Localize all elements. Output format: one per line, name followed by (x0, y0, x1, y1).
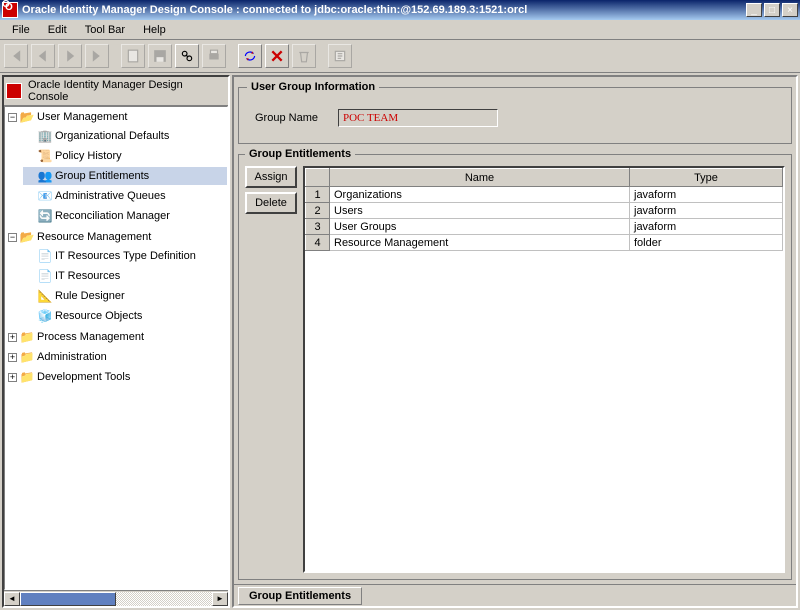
col-name[interactable]: Name (330, 169, 630, 187)
horizontal-scrollbar[interactable]: ◄ ► (4, 590, 228, 606)
row-num: 3 (306, 219, 330, 235)
maximize-button[interactable]: □ (764, 3, 780, 17)
cell-type[interactable]: folder (630, 235, 783, 251)
row-num: 4 (306, 235, 330, 251)
titlebar: Oracle Identity Manager Design Console :… (0, 0, 800, 20)
tree-it-resources[interactable]: 📄IT Resources (23, 267, 227, 285)
cell-type[interactable]: javaform (630, 203, 783, 219)
folder-icon: 📁 (19, 329, 35, 345)
delete-button[interactable] (265, 44, 289, 68)
sidebar: Oracle Identity Manager Design Console −… (2, 75, 230, 608)
table-row[interactable]: 1Organizationsjavaform (306, 187, 783, 203)
user-group-info-panel: User Group Information Group Name (238, 81, 792, 144)
window-title: Oracle Identity Manager Design Console :… (22, 4, 746, 16)
app-icon (6, 83, 22, 99)
cell-type[interactable]: javaform (630, 187, 783, 203)
tree-group-entitlements[interactable]: 👥Group Entitlements (23, 167, 227, 185)
expand-icon[interactable]: + (8, 373, 17, 382)
tree-rule-designer[interactable]: 📐Rule Designer (23, 287, 227, 305)
tree-admin-queues[interactable]: 📧Administrative Queues (23, 187, 227, 205)
scroll-thumb[interactable] (20, 592, 116, 606)
folder-icon: 📂 (19, 109, 35, 125)
refresh-button[interactable] (238, 44, 262, 68)
menu-toolbar[interactable]: Tool Bar (77, 22, 133, 38)
entitlements-table-wrap: Name Type 1Organizationsjavaform2Usersja… (303, 166, 785, 573)
cell-name[interactable]: Resource Management (330, 235, 630, 251)
tree-resource-objects[interactable]: 🧊Resource Objects (23, 307, 227, 325)
delete-row-button[interactable]: Delete (245, 192, 297, 214)
nav-prev-button[interactable] (31, 44, 55, 68)
group-name-field[interactable] (338, 109, 498, 127)
folder-icon: 📁 (19, 349, 35, 365)
tree-administration[interactable]: +📁Administration (7, 348, 227, 366)
menu-help[interactable]: Help (135, 22, 174, 38)
doc-icon: 📄 (37, 248, 53, 264)
cell-name[interactable]: Organizations (330, 187, 630, 203)
cell-type[interactable]: javaform (630, 219, 783, 235)
entitlements-table: Name Type 1Organizationsjavaform2Usersja… (305, 168, 783, 251)
save-button[interactable] (148, 44, 172, 68)
new-button[interactable] (121, 44, 145, 68)
ent-legend: Group Entitlements (245, 148, 355, 160)
tree-process-management[interactable]: +📁Process Management (7, 328, 227, 346)
row-num: 1 (306, 187, 330, 203)
group-name-label: Group Name (255, 112, 330, 124)
menu-edit[interactable]: Edit (40, 22, 75, 38)
col-type[interactable]: Type (630, 169, 783, 187)
search-button[interactable] (175, 44, 199, 68)
doc-icon: 📄 (37, 268, 53, 284)
notes-button[interactable] (328, 44, 352, 68)
nav-last-button[interactable] (85, 44, 109, 68)
nav-next-button[interactable] (58, 44, 82, 68)
recon-icon: 🔄 (37, 208, 53, 224)
tree-user-management[interactable]: −📂User Management (7, 108, 227, 126)
tree-recon-manager[interactable]: 🔄Reconciliation Manager (23, 207, 227, 225)
tree-resource-management[interactable]: −📂Resource Management (7, 228, 227, 246)
bottom-tabs: Group Entitlements (234, 584, 796, 606)
table-row[interactable]: 2Usersjavaform (306, 203, 783, 219)
row-num: 2 (306, 203, 330, 219)
cell-name[interactable]: Users (330, 203, 630, 219)
scroll-left-button[interactable]: ◄ (4, 592, 20, 606)
org-icon: 🏢 (37, 128, 53, 144)
tree-root-label: Oracle Identity Manager Design Console (28, 79, 226, 103)
policy-icon: 📜 (37, 148, 53, 164)
tree-root[interactable]: Oracle Identity Manager Design Console (4, 77, 228, 106)
tree-policy-history[interactable]: 📜Policy History (23, 147, 227, 165)
col-rownum[interactable] (306, 169, 330, 187)
object-icon: 🧊 (37, 308, 53, 324)
group-icon: 👥 (37, 168, 53, 184)
tree-dev-tools[interactable]: +📁Development Tools (7, 368, 227, 386)
tree-it-res-type[interactable]: 📄IT Resources Type Definition (23, 247, 227, 265)
print-button[interactable] (202, 44, 226, 68)
trash-button[interactable] (292, 44, 316, 68)
rule-icon: 📐 (37, 288, 53, 304)
menu-file[interactable]: File (4, 22, 38, 38)
main-panel: User Group Information Group Name Group … (232, 75, 798, 608)
expand-icon[interactable]: + (8, 333, 17, 342)
collapse-icon[interactable]: − (8, 233, 17, 242)
minimize-button[interactable]: _ (746, 3, 762, 17)
collapse-icon[interactable]: − (8, 113, 17, 122)
scroll-right-button[interactable]: ► (212, 592, 228, 606)
bottom-tab-entitlements[interactable]: Group Entitlements (238, 587, 362, 605)
info-legend: User Group Information (247, 81, 379, 93)
folder-icon: 📁 (19, 369, 35, 385)
cell-name[interactable]: User Groups (330, 219, 630, 235)
nav-first-button[interactable] (4, 44, 28, 68)
table-row[interactable]: 3User Groupsjavaform (306, 219, 783, 235)
close-button[interactable]: × (782, 3, 798, 17)
queue-icon: 📧 (37, 188, 53, 204)
assign-button[interactable]: Assign (245, 166, 297, 188)
nav-tree: −📂User Management 🏢Organizational Defaul… (4, 106, 228, 590)
menubar: File Edit Tool Bar Help (0, 20, 800, 40)
toolbar (0, 40, 800, 73)
table-row[interactable]: 4Resource Managementfolder (306, 235, 783, 251)
folder-icon: 📂 (19, 229, 35, 245)
group-entitlements-panel: Group Entitlements Assign Delete Name Ty… (238, 148, 792, 580)
expand-icon[interactable]: + (8, 353, 17, 362)
scroll-track[interactable] (20, 592, 212, 606)
tree-org-defaults[interactable]: 🏢Organizational Defaults (23, 127, 227, 145)
